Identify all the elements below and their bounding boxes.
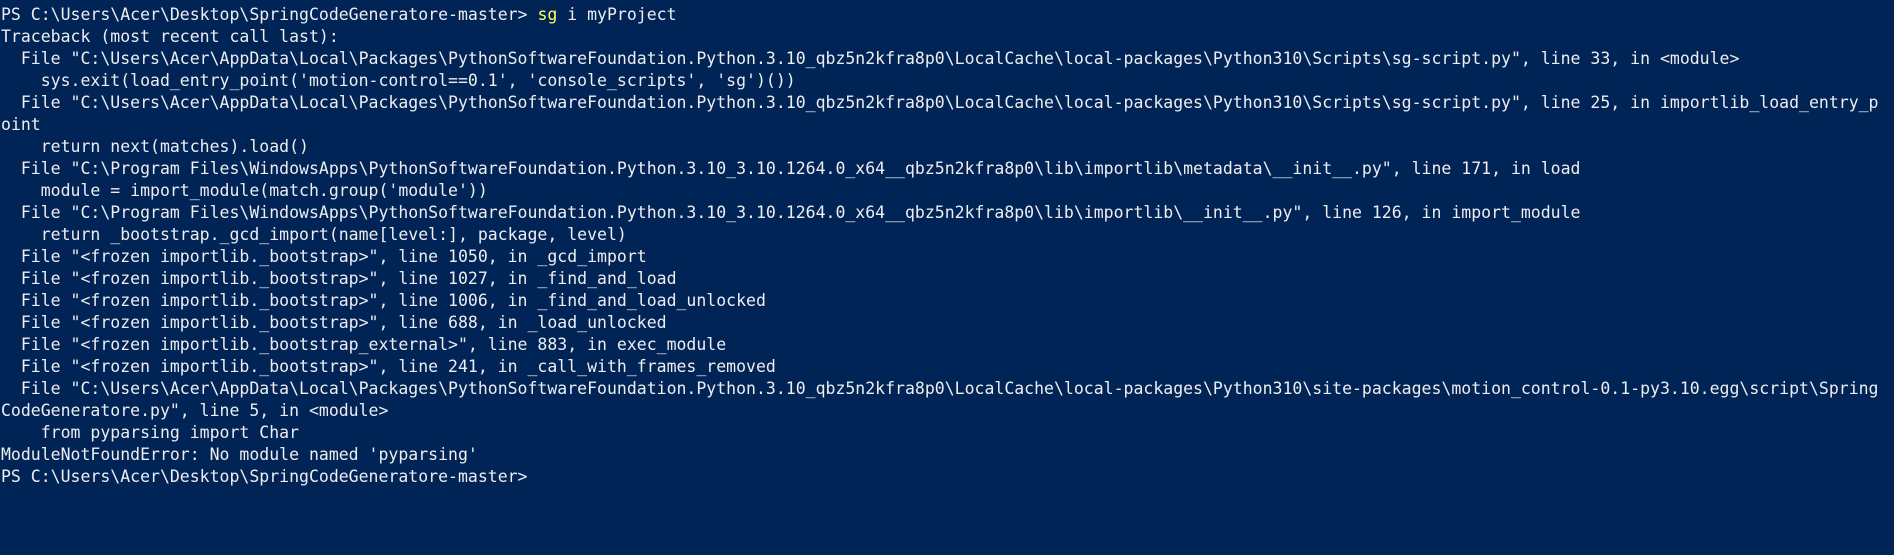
- output-line: File "<frozen importlib._bootstrap>", li…: [1, 247, 647, 266]
- output-line: File "C:\Program Files\WindowsApps\Pytho…: [1, 159, 1581, 178]
- output-line: Traceback (most recent call last):: [1, 27, 339, 46]
- command-name: sg: [537, 5, 558, 24]
- output-line: File "C:\Users\Acer\AppData\Local\Packag…: [1, 93, 1879, 112]
- output-line: File "<frozen importlib._bootstrap_exter…: [1, 335, 727, 354]
- output-line: File "C:\Users\Acer\AppData\Local\Packag…: [1, 379, 1879, 398]
- output-line: File "C:\Users\Acer\AppData\Local\Packag…: [1, 49, 1740, 68]
- output-line: File "<frozen importlib._bootstrap>", li…: [1, 357, 776, 376]
- command-line: PS C:\Users\Acer\Desktop\SpringCodeGener…: [1, 4, 1894, 26]
- output-line: return _bootstrap._gcd_import(name[level…: [1, 225, 627, 244]
- output-line: module = import_module(match.group('modu…: [1, 181, 488, 200]
- output-line: sys.exit(load_entry_point('motion-contro…: [1, 71, 796, 90]
- output-line: from pyparsing import Char: [1, 423, 300, 442]
- error-message: ModuleNotFoundError: No module named 'py…: [1, 445, 478, 464]
- output-line: return next(matches).load(): [1, 137, 309, 156]
- input-prompt[interactable]: PS C:\Users\Acer\Desktop\SpringCodeGener…: [1, 466, 1894, 488]
- output-line: File "<frozen importlib._bootstrap>", li…: [1, 313, 667, 332]
- terminal-window[interactable]: PS C:\Users\Acer\Desktop\SpringCodeGener…: [0, 0, 1894, 555]
- prompt: PS C:\Users\Acer\Desktop\SpringCodeGener…: [1, 5, 538, 24]
- output-line: oint: [1, 115, 41, 134]
- command-args: i myProject: [557, 5, 677, 24]
- output-line: File "C:\Program Files\WindowsApps\Pytho…: [1, 203, 1581, 222]
- output-line: File "<frozen importlib._bootstrap>", li…: [1, 269, 677, 288]
- output-line: File "<frozen importlib._bootstrap>", li…: [1, 291, 766, 310]
- output-line: CodeGeneratore.py", line 5, in <module>: [1, 401, 389, 420]
